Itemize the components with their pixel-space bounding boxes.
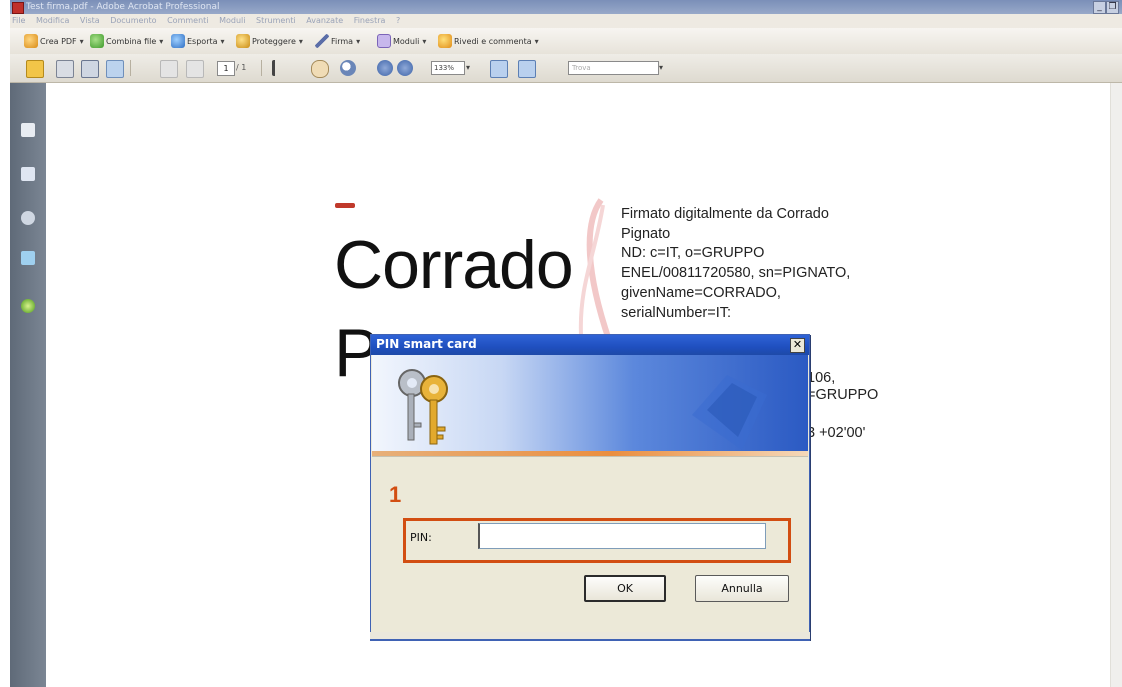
sign-button[interactable]: Firma ▾ xyxy=(315,33,360,49)
dialog-titlebar: PIN smart card ✕ xyxy=(371,335,809,355)
window-titlebar: Test firma.pdf - Adobe Acrobat Professio… xyxy=(10,0,1122,14)
page-number-input[interactable]: 1 xyxy=(217,61,235,76)
menu-tools[interactable]: Strumenti xyxy=(256,16,296,25)
signature-line: Pignato xyxy=(621,225,671,242)
menu-view[interactable]: Vista xyxy=(80,16,100,25)
search-input[interactable]: Trova xyxy=(568,61,659,75)
signature-line: 106, xyxy=(807,370,836,386)
step-number-annotation: 1 xyxy=(389,482,402,507)
chevron-down-icon[interactable]: ▾ xyxy=(659,63,663,72)
pin-label: PIN: xyxy=(410,531,432,544)
menu-bar: File Modifica Vista Documento Commenti M… xyxy=(10,14,1122,28)
toolbar-divider xyxy=(261,60,262,76)
hand-tool-icon[interactable] xyxy=(311,60,329,78)
menu-forms[interactable]: Moduli xyxy=(219,16,245,25)
create-pdf-icon xyxy=(24,34,38,48)
pen-icon xyxy=(315,34,329,48)
zoom-tool-icon[interactable] xyxy=(340,60,356,76)
cancel-button[interactable]: Annulla xyxy=(695,575,789,602)
select-text-icon[interactable] xyxy=(272,60,288,76)
export-button[interactable]: Esporta ▾ xyxy=(171,33,225,49)
forms-icon xyxy=(377,34,391,48)
signature-line: givenName=CORRADO, xyxy=(621,284,781,301)
acrobat-app-icon xyxy=(12,2,24,14)
divider xyxy=(372,456,808,457)
signature-line: 3 +02'00' xyxy=(807,425,866,441)
menu-edit[interactable]: Modifica xyxy=(36,16,69,25)
protect-button[interactable]: Proteggere ▾ xyxy=(236,33,303,49)
acrobat-ribbon-watermark xyxy=(578,198,612,341)
menu-document[interactable]: Documento xyxy=(110,16,156,25)
toolbar-divider xyxy=(130,60,131,76)
signature-line: ND: c=IT, o=GRUPPO xyxy=(621,245,765,262)
zoom-level-select[interactable]: 133% xyxy=(431,61,465,75)
menu-comments[interactable]: Commenti xyxy=(167,16,208,25)
email-icon[interactable] xyxy=(106,60,124,78)
menu-window[interactable]: Finestra xyxy=(354,16,386,25)
signatures-icon[interactable] xyxy=(21,211,35,225)
chevron-down-icon: ▾ xyxy=(159,36,164,46)
zoom-in-icon[interactable] xyxy=(397,60,413,76)
chevron-down-icon: ▾ xyxy=(422,36,427,46)
chevron-down-icon[interactable]: ▾ xyxy=(466,63,470,72)
dialog-banner xyxy=(372,355,808,456)
signature-mark xyxy=(335,203,355,208)
how-to-icon[interactable] xyxy=(21,299,35,313)
standard-toolbar: 1 / 1 133% ▾ Trova ▾ xyxy=(10,54,1122,83)
signature-line: =GRUPPO xyxy=(807,387,879,403)
zoom-out-icon[interactable] xyxy=(377,60,393,76)
signature-line: Firmato digitalmente da Corrado xyxy=(621,206,829,222)
export-icon xyxy=(171,34,185,48)
create-pdf-button[interactable]: Crea PDF ▾ xyxy=(24,33,84,49)
restore-icon[interactable]: ❐ xyxy=(1106,1,1119,14)
dialog-title: PIN smart card xyxy=(376,337,477,351)
prev-page-icon[interactable] xyxy=(160,60,178,78)
menu-help[interactable]: ? xyxy=(396,16,400,25)
open-folder-icon[interactable] xyxy=(26,60,44,78)
combine-files-icon xyxy=(90,34,104,48)
minimize-icon[interactable]: _ xyxy=(1093,1,1106,14)
tasks-toolbar: Crea PDF ▾ Combina file ▾ Esporta ▾ Protegg… xyxy=(10,28,1122,55)
chevron-down-icon: ▾ xyxy=(220,36,225,46)
layers-icon[interactable] xyxy=(21,251,35,265)
card-watermark-icon xyxy=(692,375,767,450)
page-total: / 1 xyxy=(236,63,247,72)
keys-icon xyxy=(398,369,448,445)
chevron-down-icon: ▾ xyxy=(298,36,303,46)
ok-button[interactable]: OK xyxy=(584,575,666,602)
chevron-down-icon: ▾ xyxy=(534,36,539,46)
next-page-icon[interactable] xyxy=(186,60,204,78)
print-icon[interactable] xyxy=(56,60,74,78)
review-comment-button[interactable]: Rivedi e commenta ▾ xyxy=(438,33,539,49)
forms-button[interactable]: Moduli ▾ xyxy=(377,33,426,49)
pages-icon[interactable] xyxy=(21,123,35,137)
lock-icon xyxy=(236,34,250,48)
signer-name-large: Corrado xyxy=(334,227,574,303)
bookmarks-icon[interactable] xyxy=(21,167,35,181)
menu-advanced[interactable]: Avanzate xyxy=(306,16,343,25)
dialog-footer xyxy=(370,632,810,641)
fit-width-icon[interactable] xyxy=(518,60,536,78)
navigation-pane xyxy=(10,83,46,687)
signature-details: Firmato digitalmente da Corrado Pignato … xyxy=(621,205,911,323)
window-title: Test firma.pdf - Adobe Acrobat Professio… xyxy=(26,2,220,12)
save-icon[interactable] xyxy=(81,60,99,78)
signature-line: ENEL/00811720580, sn=PIGNATO, xyxy=(621,265,851,282)
chevron-down-icon: ▾ xyxy=(356,36,361,46)
pin-input[interactable] xyxy=(478,523,766,549)
document-scrollbar[interactable] xyxy=(1110,83,1122,687)
chevron-down-icon: ▾ xyxy=(79,36,84,46)
comment-bubble-icon xyxy=(438,34,452,48)
fit-page-icon[interactable] xyxy=(490,60,508,78)
combine-files-button[interactable]: Combina file ▾ xyxy=(90,33,163,49)
menu-file[interactable]: File xyxy=(12,16,25,25)
close-icon[interactable]: ✕ xyxy=(790,338,805,353)
signature-line: serialNumber=IT: xyxy=(621,304,731,321)
